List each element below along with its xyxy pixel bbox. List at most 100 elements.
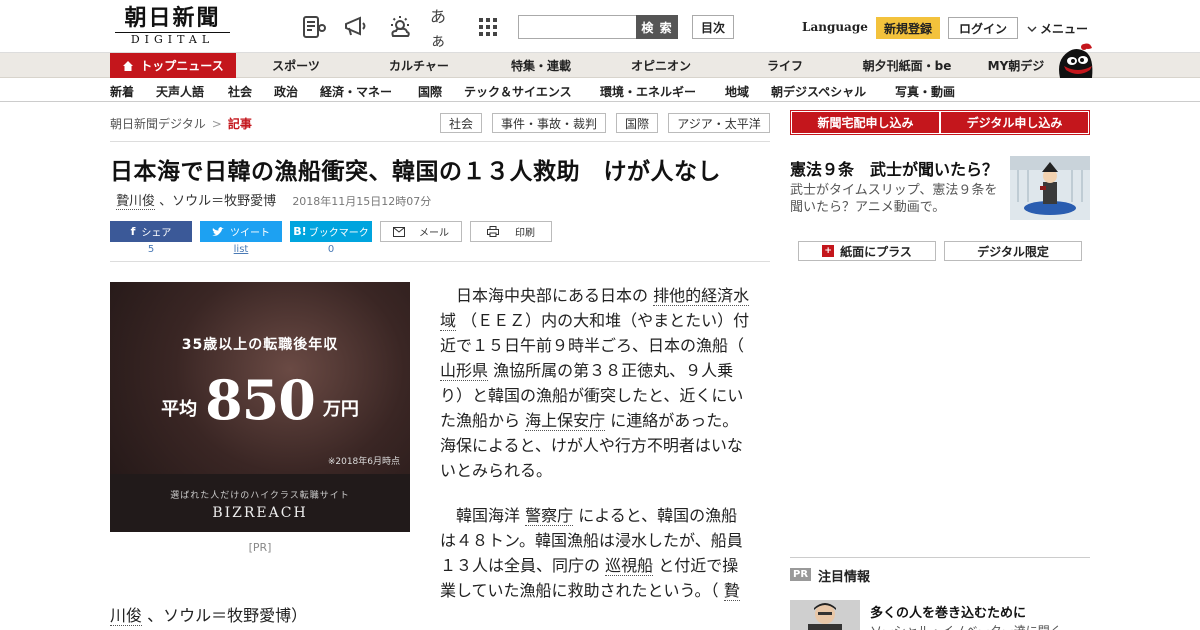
ad-amount: 平均 850 万円 (110, 368, 410, 432)
author-link[interactable]: 贄川俊 (116, 194, 156, 210)
article-body: 日本海中央部にある日本の 排他的経済水域 （ＥＥＺ）内の大和堆（やまとたい）付近… (440, 283, 752, 623)
nav2-politics[interactable]: 政治 (274, 83, 298, 100)
nav-culture[interactable]: カルチャー (364, 53, 474, 78)
nav2-photo-video[interactable]: 写真・動画 (895, 83, 955, 100)
paper-plus-icon: + (822, 245, 835, 257)
subscribe-buttons: 新聞宅配申し込み デジタル申し込み (790, 110, 1090, 135)
menu-button[interactable]: メニュー (1027, 20, 1088, 37)
tweet-button[interactable]: ツイート (200, 221, 282, 242)
nav2-society[interactable]: 社会 (228, 83, 252, 100)
nav-print-edition[interactable]: 朝夕刊紙面・be (852, 53, 962, 78)
article-byline: 贄川俊 、ソウル＝牧野愛博 2018年11月15日12時07分 (116, 190, 432, 210)
grid-menu-icon[interactable] (474, 13, 502, 41)
ad-amount-unit: 万円 (322, 399, 359, 420)
nav-opinion[interactable]: オピニオン (606, 53, 716, 78)
tweet-list-link[interactable]: list (200, 244, 282, 255)
facebook-share-button[interactable]: f シェア (110, 221, 192, 242)
tag-asia-pacific[interactable]: アジア・太平洋 (668, 113, 770, 133)
logo-main: 朝日新聞 (124, 5, 221, 31)
promo-description[interactable]: 武士がタイムスリップ、憲法９条を聞いたら？アニメ動画で。 (790, 182, 1005, 216)
search-button[interactable]: 検 索 (636, 15, 678, 39)
digital-only-button[interactable]: デジタル限定 (944, 241, 1082, 261)
article-date: 2018年11月15日12時07分 (292, 195, 432, 208)
nav-my-asadigi[interactable]: MY朝デジ (980, 53, 1052, 78)
register-button[interactable]: 新規登録 (876, 17, 940, 39)
author-link[interactable]: 贄 (723, 581, 740, 601)
site-header: 朝日新聞 DIGITAL あぁ 検 索 目次 Language 新規登録 ログイ… (0, 0, 1200, 52)
keyword-link[interactable]: 山形県 (440, 361, 489, 381)
ad-amount-prefix: 平均 (161, 399, 198, 420)
promo-title[interactable]: 憲法９条 武士が聞いたら？ (790, 156, 998, 180)
ad-amount-number: 850 (205, 368, 316, 432)
promo-thumbnail[interactable] (1010, 156, 1090, 220)
attention-item-title[interactable]: 多くの人を巻き込むために (870, 602, 1026, 621)
text: 韓国海洋 (456, 506, 521, 525)
tag-society[interactable]: 社会 (440, 113, 482, 133)
keyword-link[interactable]: 海上保安庁 (525, 411, 606, 431)
author-link[interactable]: 川俊 (110, 606, 143, 626)
nav2-environment[interactable]: 環境・エネルギー (600, 83, 696, 100)
login-button[interactable]: ログイン (948, 17, 1018, 39)
tag-incidents[interactable]: 事件・事故・裁判 (492, 113, 606, 133)
nav2-economy[interactable]: 経済・マネー (320, 83, 392, 100)
hatena-bookmark-button[interactable]: B! ブックマーク (290, 221, 372, 242)
home-icon (123, 60, 134, 71)
article-headline: 日本海で日韓の漁船衝突、韓国の１３人救助 けが人なし (110, 159, 721, 185)
ad-brand: BIZREACH (212, 505, 308, 521)
share-label: シェア (141, 228, 172, 239)
breadcrumb: 朝日新聞デジタル > 記事 (110, 115, 252, 132)
nav2-special[interactable]: 朝デジスペシャル (771, 83, 866, 100)
home-delivery-button[interactable]: 新聞宅配申し込み (792, 112, 939, 133)
attention-thumbnail[interactable] (790, 600, 860, 630)
ad-footer: 選ばれた人だけのハイクラス転職サイト BIZREACH (110, 474, 410, 532)
mascot-icon[interactable] (1054, 42, 1094, 78)
mail-label: メール (419, 228, 449, 239)
article-paragraph: 日本海中央部にある日本の 排他的経済水域 （ＥＥＺ）内の大和堆（やまとたい）付近… (440, 283, 752, 483)
keyword-link[interactable]: 巡視船 (605, 556, 654, 576)
keyword-link[interactable]: 警察庁 (525, 506, 574, 526)
twitter-icon (212, 226, 224, 236)
mail-button[interactable]: メール (380, 221, 462, 242)
font-size-icon[interactable]: あぁ (430, 7, 458, 50)
nav-sports[interactable]: スポーツ (248, 53, 344, 78)
paper-plus-label: 紙面にプラス (840, 244, 912, 259)
site-logo[interactable]: 朝日新聞 DIGITAL (115, 6, 230, 47)
nav2-international[interactable]: 国際 (418, 83, 442, 100)
newspaper-icon[interactable] (300, 13, 328, 41)
nav-features[interactable]: 特集・連載 (486, 53, 596, 78)
print-button[interactable]: 印刷 (470, 221, 552, 242)
toc-button[interactable]: 目次 (692, 15, 734, 39)
paper-plus-button[interactable]: + 紙面にプラス (798, 241, 936, 261)
nav2-latest[interactable]: 新着 (110, 83, 134, 100)
nav-top-news[interactable]: トップニュース (110, 53, 236, 78)
nav2-tech-science[interactable]: テック＆サイエンス (464, 83, 572, 100)
facebook-icon: f (130, 225, 136, 238)
mail-icon (393, 226, 405, 237)
logo-sub: DIGITAL (115, 32, 230, 47)
text: 、ソウル＝牧野愛博） (147, 606, 308, 625)
nav2-region[interactable]: 地域 (725, 83, 749, 100)
tag-international[interactable]: 国際 (616, 113, 658, 133)
breadcrumb-separator: > (211, 117, 222, 131)
breadcrumb-home[interactable]: 朝日新聞デジタル (110, 117, 206, 131)
article-paragraph: 韓国海洋 警察庁 によると、韓国の漁船は４８トン。韓国漁船は浸水したが、船員１３… (440, 503, 752, 603)
divider (110, 141, 770, 142)
bookmark-count: 0 (327, 244, 335, 255)
megaphone-icon[interactable] (342, 13, 370, 41)
weather-icon[interactable] (386, 13, 414, 41)
attention-item-subtitle[interactable]: ソーシャル・イノベーター達に聞く (870, 622, 1062, 630)
print-label: 印刷 (515, 228, 535, 239)
secondary-nav: 新着 天声人語 社会 政治 経済・マネー 国際 テック＆サイエンス 環境・エネル… (0, 78, 1200, 102)
hatena-icon: B! (293, 225, 307, 238)
chevron-down-icon (1027, 26, 1037, 32)
search-input[interactable] (518, 15, 636, 39)
primary-nav: トップニュース スポーツ カルチャー 特集・連載 オピニオン ライフ 朝夕刊紙面… (0, 52, 1200, 78)
pr-badge: PR (790, 568, 812, 581)
digital-subscribe-button[interactable]: デジタル申し込み (941, 112, 1088, 133)
language-link[interactable]: Language (802, 20, 868, 34)
advertisement-banner[interactable]: 35歳以上の転職後年収 平均 850 万円 ※2018年6月時点 選ばれた人だけのハ… (110, 282, 410, 532)
divider (110, 261, 770, 262)
share-count: 5 (147, 244, 155, 255)
nav-life[interactable]: ライフ (735, 53, 835, 78)
nav2-tenseijingo[interactable]: 天声人語 (156, 83, 204, 100)
